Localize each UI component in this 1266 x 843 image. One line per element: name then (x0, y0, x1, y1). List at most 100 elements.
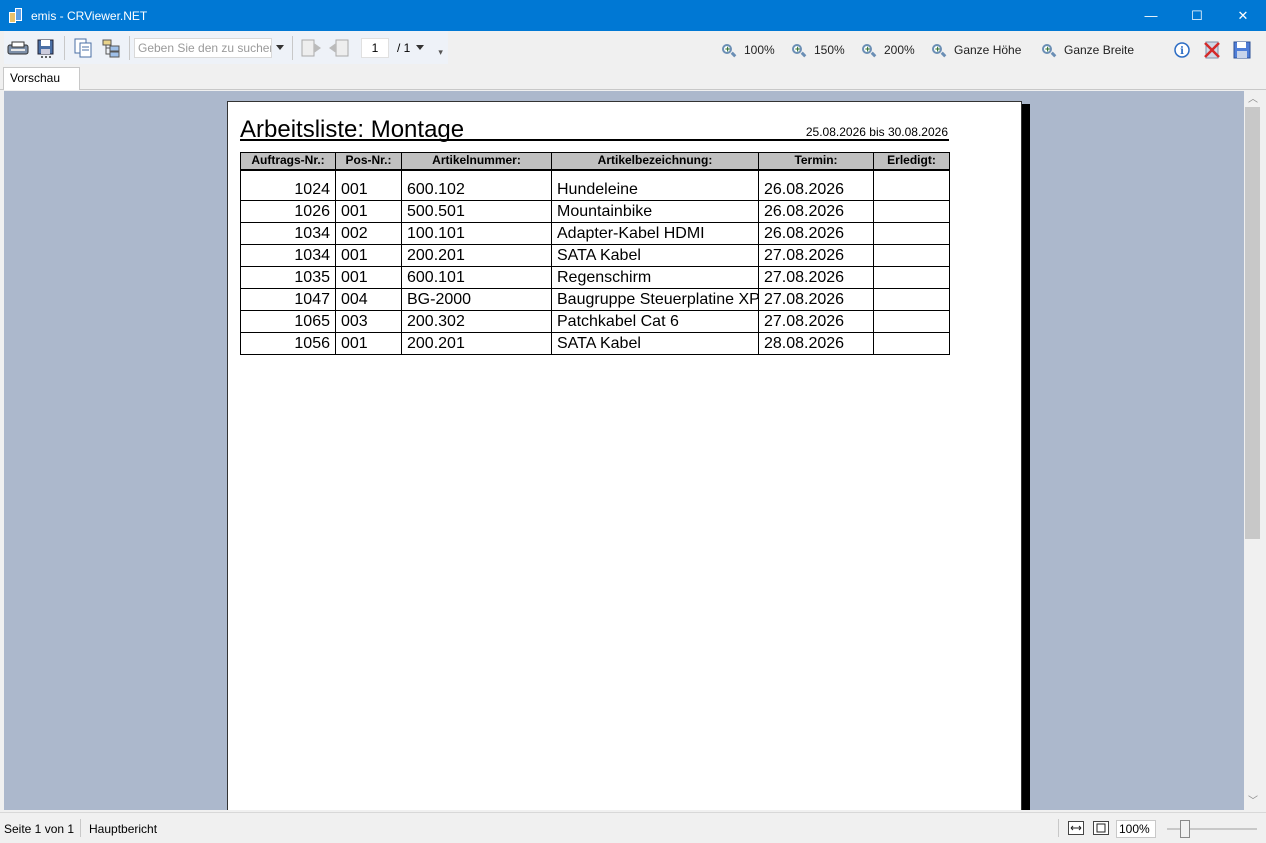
artikelnummer-cell: 200.201 (401, 332, 552, 355)
page-info: Seite 1 von 1 (4, 822, 75, 836)
scroll-up-icon[interactable]: ︿ (1248, 95, 1258, 105)
pos-nr-cell: 001 (335, 200, 402, 223)
column-header: Artikelbezeichnung: (551, 152, 759, 171)
next-page-icon[interactable] (327, 37, 351, 59)
close-button[interactable]: ✕ (1220, 0, 1266, 31)
report-viewer: Arbeitsliste: Montage 25.08.2026 bis 30.… (4, 91, 1244, 810)
status-bar: Seite 1 von 1 Hauptbericht 100% (0, 812, 1266, 843)
artikelnummer-cell: 600.101 (401, 266, 552, 289)
pos-nr-cell: 001 (335, 244, 402, 267)
scroll-thumb[interactable] (1245, 107, 1260, 539)
table-row: 1034 001 200.201 SATA Kabel 27.08.2026 (240, 244, 950, 267)
fit-width-icon[interactable] (1068, 821, 1084, 835)
pos-nr-cell: 001 (335, 266, 402, 289)
pos-nr-cell: 002 (335, 222, 402, 245)
zoom-150-button[interactable]: + 150% (792, 43, 845, 57)
artikelbezeichnung-cell: Baugruppe Steuerplatine XP (551, 288, 759, 311)
artikelnummer-cell: 200.302 (401, 310, 552, 333)
auftrags-nr-cell: 1035 (240, 266, 336, 289)
report-name: Hauptbericht (89, 822, 158, 836)
zoom-full-height-button[interactable]: + Ganze Höhe (932, 43, 1021, 57)
zoom-slider-thumb[interactable] (1180, 820, 1190, 838)
window-title: emis - CRViewer.NET (31, 8, 148, 23)
pos-nr-cell: 001 (335, 332, 402, 355)
pos-nr-cell: 003 (335, 310, 402, 333)
scroll-down-icon[interactable]: ﹀ (1248, 797, 1258, 807)
column-header: Termin: (758, 152, 874, 171)
erledigt-cell (873, 332, 950, 355)
artikelnummer-cell: 100.101 (401, 222, 552, 245)
artikelbezeichnung-cell: Mountainbike (551, 200, 759, 223)
vertical-scrollbar[interactable]: ︿ ﹀ (1244, 91, 1261, 810)
erledigt-cell (873, 288, 950, 311)
termin-cell: 28.08.2026 (758, 332, 874, 355)
column-header: Pos-Nr.: (335, 152, 402, 171)
erledigt-cell (873, 222, 950, 245)
app-icon (9, 7, 23, 24)
artikelbezeichnung-cell: Regenschirm (551, 266, 759, 289)
zoom-200-button[interactable]: + 200% (862, 43, 915, 57)
copy-icon[interactable] (71, 37, 95, 59)
table-row: 1047 004 BG-2000 Baugruppe Steuerplatine XP… (240, 288, 950, 311)
print-icon[interactable] (6, 37, 30, 59)
search-input[interactable]: Geben Sie den zu suchenden Text ein (134, 37, 272, 58)
search-dropdown-icon[interactable] (276, 45, 284, 50)
page-dropdown-icon[interactable] (416, 45, 425, 50)
minimize-button[interactable]: — (1128, 0, 1174, 31)
tab-strip: Vorschau (0, 67, 1266, 90)
auftrags-nr-cell: 1024 (240, 169, 336, 201)
table-row: 1026 001 500.501 Mountainbike 26.08.2026 (240, 200, 950, 223)
pos-nr-cell: 004 (335, 288, 402, 311)
fit-page-icon[interactable] (1093, 821, 1109, 835)
tab-vorschau[interactable]: Vorschau (3, 67, 80, 90)
artikelbezeichnung-cell: SATA Kabel (551, 332, 759, 355)
erledigt-cell (873, 169, 950, 201)
termin-cell: 27.08.2026 (758, 310, 874, 333)
auftrags-nr-cell: 1065 (240, 310, 336, 333)
save-icon[interactable] (1233, 41, 1251, 62)
export-icon[interactable] (34, 37, 58, 59)
page-number-input[interactable]: 1 (361, 37, 389, 58)
close-report-icon[interactable] (1203, 41, 1221, 62)
info-icon[interactable]: i (1174, 42, 1190, 61)
termin-cell: 26.08.2026 (758, 222, 874, 245)
column-header: Artikelnummer: (401, 152, 552, 171)
zoom-level-field[interactable]: 100% (1116, 820, 1156, 838)
svg-text:i: i (1180, 46, 1184, 57)
termin-cell: 26.08.2026 (758, 200, 874, 223)
erledigt-cell (873, 200, 950, 223)
maximize-button[interactable]: ☐ (1174, 0, 1220, 31)
zoom-100-button[interactable]: + 100% (722, 43, 775, 57)
table-row: 1065 003 200.302 Patchkabel Cat 6 27.08.2026 (240, 310, 950, 333)
toolbar: Geben Sie den zu suchenden Text ein 1 / … (0, 31, 1266, 67)
termin-cell: 26.08.2026 (758, 169, 874, 201)
table-row: 1024 001 600.102 Hundeleine 26.08.2026 (240, 169, 950, 201)
termin-cell: 27.08.2026 (758, 266, 874, 289)
erledigt-cell (873, 244, 950, 267)
erledigt-cell (873, 266, 950, 289)
table-row: 1034 002 100.101 Adapter-Kabel HDMI 26.08.20… (240, 222, 950, 245)
zoom-icon: + (722, 43, 737, 57)
auftrags-nr-cell: 1047 (240, 288, 336, 311)
overflow-chevron-icon[interactable]: ▾ (438, 47, 443, 58)
erledigt-cell (873, 310, 950, 333)
auftrags-nr-cell: 1026 (240, 200, 336, 223)
artikelbezeichnung-cell: Patchkabel Cat 6 (551, 310, 759, 333)
auftrags-nr-cell: 1056 (240, 332, 336, 355)
column-header: Auftrags-Nr.: (240, 152, 336, 171)
column-header: Erledigt: (873, 152, 950, 171)
termin-cell: 27.08.2026 (758, 244, 874, 267)
auftrags-nr-cell: 1034 (240, 244, 336, 267)
group-tree-icon[interactable] (99, 37, 123, 59)
page-total: / 1 (397, 40, 411, 55)
termin-cell: 27.08.2026 (758, 288, 874, 311)
artikelbezeichnung-cell: Hundeleine (551, 169, 759, 201)
artikelbezeichnung-cell: SATA Kabel (551, 244, 759, 267)
artikelnummer-cell: BG-2000 (401, 288, 552, 311)
prev-page-icon[interactable] (299, 37, 323, 59)
toolbar-left-group: Geben Sie den zu suchenden Text ein 1 / … (4, 31, 448, 64)
title-bar: emis - CRViewer.NET — ☐ ✕ (0, 0, 1266, 31)
zoom-icon: + (792, 43, 807, 57)
zoom-full-width-button[interactable]: + Ganze Breite (1042, 43, 1134, 57)
artikelbezeichnung-cell: Adapter-Kabel HDMI (551, 222, 759, 245)
